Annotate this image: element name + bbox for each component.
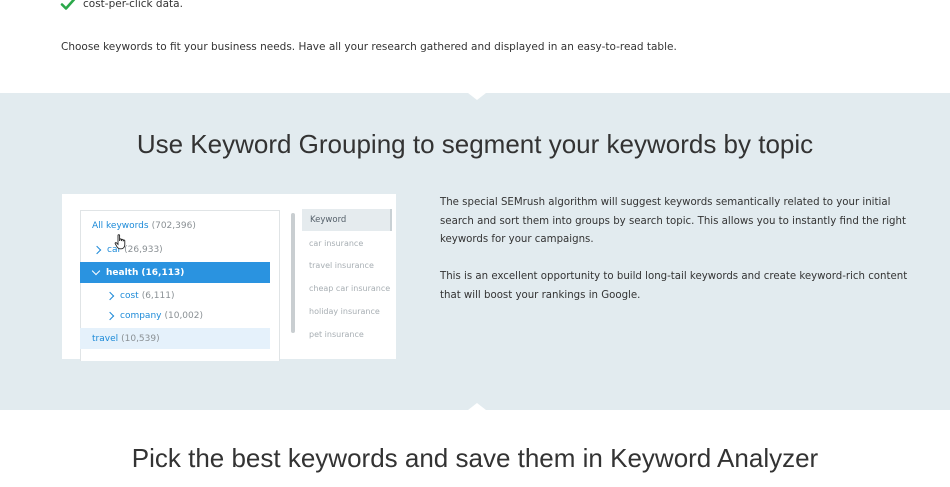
keyword-list-item[interactable]: holiday insurance [309,307,380,316]
analyzer-heading: Pick the best keywords and save them in … [131,443,819,473]
tree-item-label: cost [120,290,139,301]
column-divider [390,209,392,231]
tree-item-label: health [106,267,139,278]
keyword-list-item[interactable]: car insurance [309,239,363,248]
tree-item-all-keywords[interactable]: All keywords (702,396) [92,215,196,236]
grouping-description-2: This is an excellent opportunity to buil… [440,271,908,301]
tree-item-count: (16,113) [141,267,185,278]
tree-item-count: (10,002) [164,310,203,321]
checkmark-icon [60,0,76,10]
tree-item-label: All keywords [92,220,149,231]
chevron-right-icon [105,311,115,320]
intro-section: cost-per-click data. Choose keywords to … [0,0,950,93]
keyword-list-panel: Keyword car insurance travel insurance c… [302,209,396,359]
tree-item-label: travel [92,333,119,344]
tree-item-label: company [120,310,162,321]
tree-item-count: (702,396) [151,220,196,231]
keyword-list-item[interactable]: pet insurance [309,330,364,339]
feature-check-text: cost-per-click data. [83,0,183,10]
keyword-list-item[interactable]: cheap car insurance [309,284,390,293]
chevron-right-icon [105,291,115,300]
tree-item-car[interactable]: car (26,933) [92,239,163,260]
keyword-column-header[interactable]: Keyword [302,209,390,231]
tree-item-company[interactable]: company (10,002) [105,305,203,326]
tree-item-health-selected[interactable]: health (16,113) [80,262,270,283]
section-notch-bottom [468,403,486,410]
tree-item-count: (6,111) [141,290,175,301]
keyword-grouping-widget: All keywords (702,396) car (26,933) heal… [62,194,396,361]
grouping-heading: Use Keyword Grouping to segment your key… [136,129,814,159]
feature-check-item: cost-per-click data. [60,0,183,14]
hand-cursor-icon [114,234,126,250]
intro-paragraph: Choose keywords to fit your business nee… [61,41,677,53]
tree-scrollbar[interactable] [291,213,295,333]
tree-item-count: (26,933) [124,244,163,255]
tree-item-cost[interactable]: cost (6,111) [105,285,175,306]
chevron-down-icon [91,266,101,276]
tree-item-count: (10,539) [121,333,160,344]
section-notch-top [468,93,486,100]
keyword-grouping-section: Use Keyword Grouping to segment your key… [0,93,950,410]
tree-item-travel-hover[interactable]: travel (10,539) [80,328,270,349]
grouping-description-1: The special SEMrush algorithm will sugge… [440,197,906,245]
chevron-right-icon [92,245,102,254]
keyword-list-item[interactable]: travel insurance [309,261,374,270]
